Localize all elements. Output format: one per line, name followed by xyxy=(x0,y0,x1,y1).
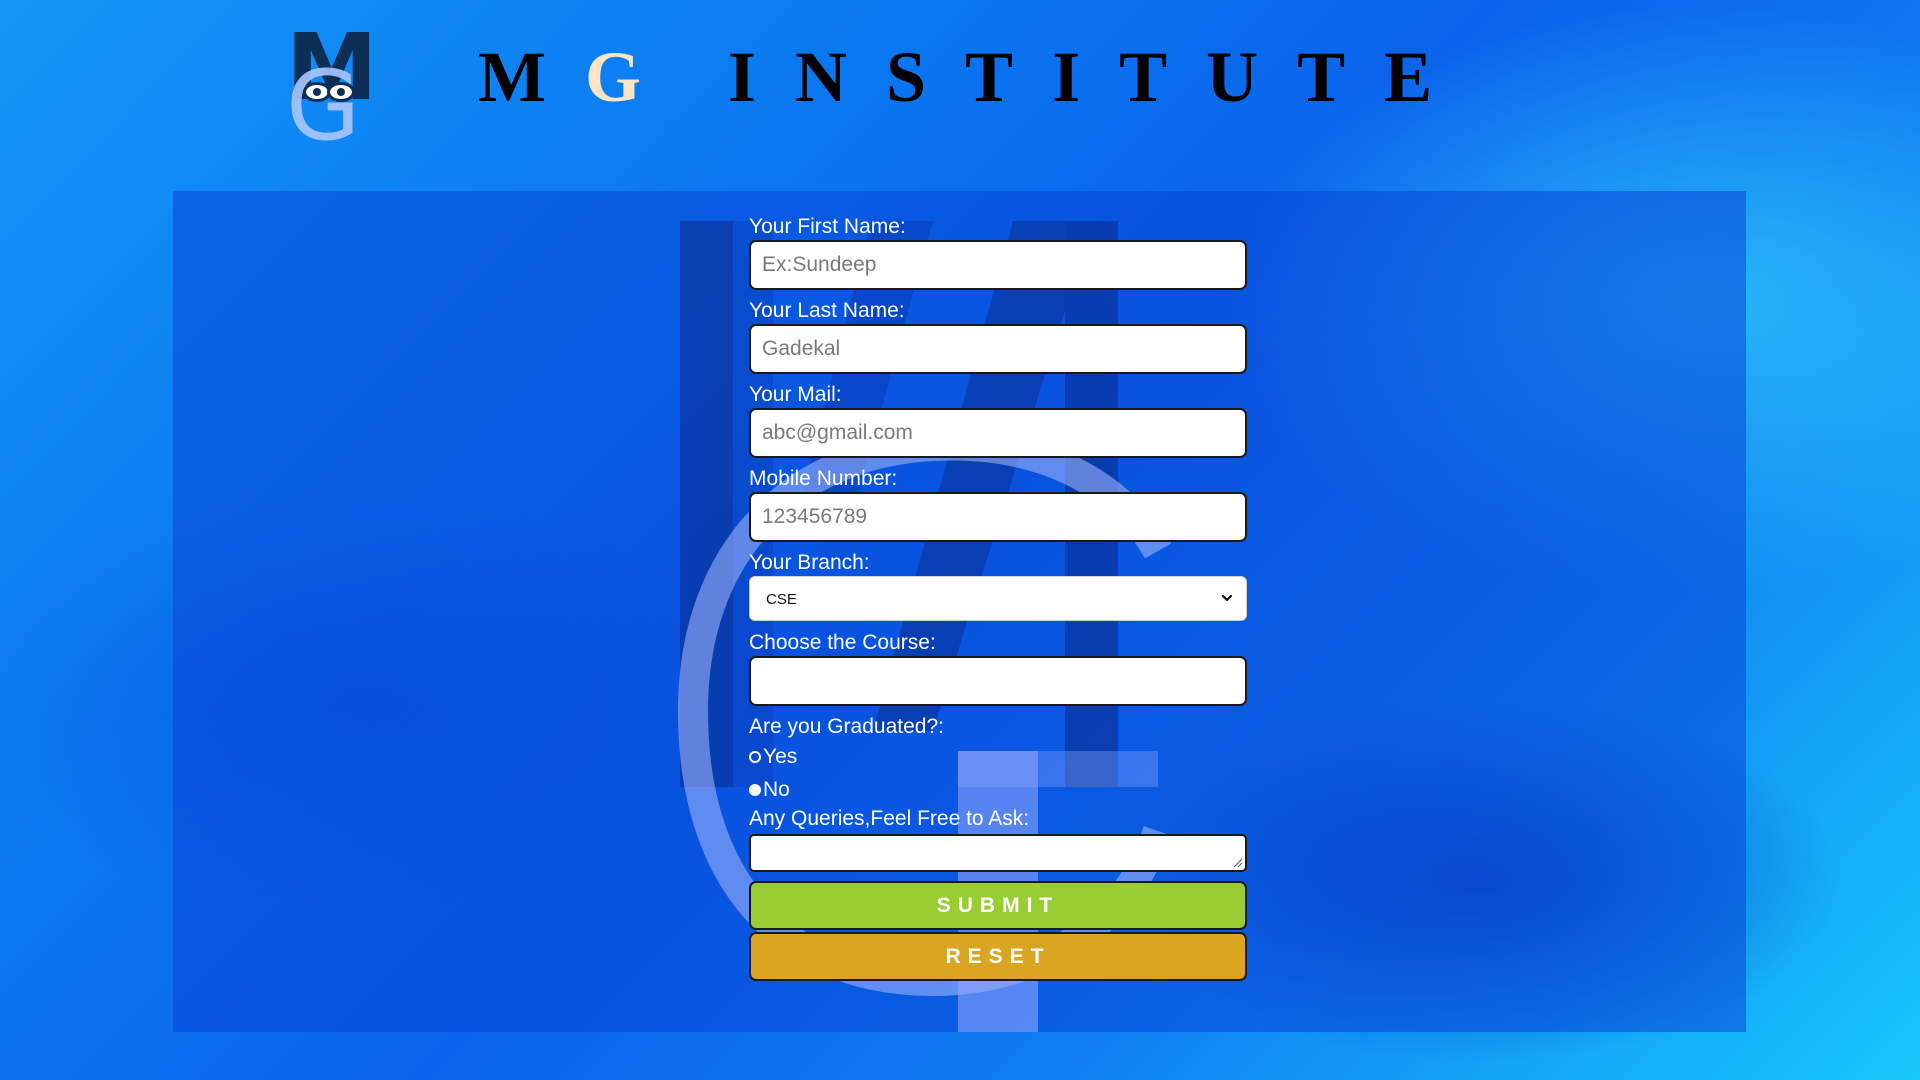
mobile-input[interactable] xyxy=(749,492,1247,542)
course-input[interactable] xyxy=(749,656,1247,706)
logo: M G xyxy=(286,22,378,155)
last-name-label: Your Last Name: xyxy=(749,299,905,322)
branch-label: Your Branch: xyxy=(749,551,870,574)
title-initial-g: G xyxy=(584,37,680,117)
graduated-label: Are you Graduated?: xyxy=(749,715,944,738)
logo-letter-g: G xyxy=(286,50,361,162)
branch-select[interactable]: CSE xyxy=(749,576,1247,621)
title-institute: INSTITUTE xyxy=(727,37,1472,117)
reset-button[interactable]: RESET xyxy=(749,932,1247,981)
radio-no-button[interactable] xyxy=(749,783,761,796)
branch-selected-value: CSE xyxy=(766,591,797,608)
queries-textarea[interactable] xyxy=(749,834,1247,872)
email-input[interactable] xyxy=(749,408,1247,458)
resize-grip-icon[interactable] xyxy=(1231,856,1243,868)
svg-text:M: M xyxy=(173,191,174,192)
title-initial-m: M xyxy=(478,37,585,117)
radio-yes-label: Yes xyxy=(763,745,798,768)
radio-option-no[interactable]: No xyxy=(749,773,1249,806)
registration-form: Your First Name: Your Last Name: Your Ma… xyxy=(749,214,1249,983)
queries-label: Any Queries,Feel Free to Ask: xyxy=(749,807,1030,830)
last-name-input[interactable] xyxy=(749,324,1247,374)
radio-no-label: No xyxy=(763,778,790,801)
radio-yes-button[interactable] xyxy=(749,750,761,763)
course-label: Choose the Course: xyxy=(749,631,936,654)
registration-panel: M G Your First Name: Your Last Name: You… xyxy=(173,191,1746,1032)
chevron-down-icon xyxy=(1221,594,1233,602)
submit-button[interactable]: SUBMIT xyxy=(749,881,1247,930)
mail-label: Your Mail: xyxy=(749,383,842,406)
first-name-label: Your First Name: xyxy=(749,215,906,238)
logo-right-eye-icon xyxy=(327,82,355,102)
mobile-label: Mobile Number: xyxy=(749,467,898,490)
site-title: MG INSTITUTE xyxy=(478,38,1471,116)
radio-option-yes[interactable]: Yes xyxy=(749,740,1249,773)
first-name-input[interactable] xyxy=(749,240,1247,290)
svg-text:G: G xyxy=(173,191,174,192)
